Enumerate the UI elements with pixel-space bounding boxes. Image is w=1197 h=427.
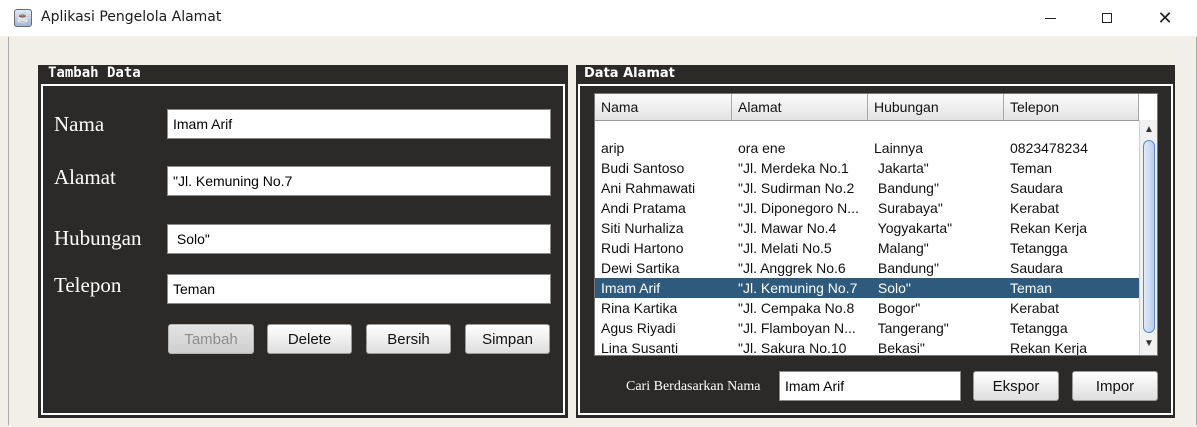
tambah-button[interactable]: Tambah [168,324,254,354]
table-row[interactable]: Ani Rahmawati "Jl. Sudirman No.2 Bandung"… [595,178,1139,198]
nama-label: Nama [54,112,105,136]
table-row[interactable]: Agus Riyadi "Jl. Flamboyan N... Tangerang… [595,318,1139,338]
table-cell: Jakarta" [874,160,929,176]
table-row[interactable]: Imam Arif "Jl. Kemuning No.7 Solo" Teman [595,278,1139,298]
minimize-button[interactable] [1021,0,1079,36]
table-row[interactable]: Budi Santoso "Jl. Merdeka No.1 Jakarta" Te… [595,158,1139,178]
table-cell: Bekasi" [874,340,925,356]
table-cell: Andi Pratama [601,200,686,216]
table-cell: Surabaya" [874,200,943,216]
column-header-nama[interactable]: Nama [595,94,732,120]
table-cell: Budi Santoso [601,160,685,176]
table-cell: Malang" [874,240,929,256]
search-label: Cari Berdasarkan Nama [626,379,761,394]
table-cell: Ani Rahmawati [601,180,696,196]
title-bar: ☕ Aplikasi Pengelola Alamat ✕ [0,0,1197,36]
table-cell: "Jl. Merdeka No.1 [738,160,849,176]
table-cell: "Jl. Mawar No.4 [738,220,837,236]
telepon-field[interactable]: Teman [167,274,551,304]
telepon-label: Telepon [54,273,122,297]
scroll-up-icon[interactable]: ▲ [1140,122,1157,138]
alamat-label: Alamat [54,165,116,189]
alamat-field[interactable]: "Jl. Kemuning No.7 [167,166,551,196]
table-cell: Tetangga [1010,240,1068,256]
table-row[interactable]: arip ora ene Lainnya 0823478234 [595,138,1139,158]
nama-field[interactable]: Imam Arif [167,109,551,139]
column-header-alamat[interactable]: Alamat [732,94,868,120]
java-cup-icon: ☕ [14,9,32,27]
table-cell: Bandung" [874,180,939,196]
table-row[interactable]: Dewi Sartika "Jl. Anggrek No.6 Bandung" Sa… [595,258,1139,278]
table-row[interactable]: Rudi Hartono "Jl. Melati No.5 Malang" Teta… [595,238,1139,258]
table-row[interactable]: Rina Kartika "Jl. Cempaka No.8 Bogor" Kera… [595,298,1139,318]
table-cell: Rekan Kerja [1010,340,1088,356]
table-cell: Solo" [874,280,911,296]
search-input[interactable]: Imam Arif [779,371,961,401]
table-cell: Saudara [1010,180,1063,196]
ekspor-button[interactable]: Ekspor [973,371,1059,401]
table-cell: "Jl. Cempaka No.8 [738,300,855,316]
table-cell: Agus Riyadi [601,320,676,336]
table-cell: "Jl. Sakura No.10 [738,340,847,356]
table-cell: Lina Susanti [601,340,679,356]
maximize-button[interactable] [1078,0,1136,36]
table-header: Nama Alamat Hubungan Telepon [595,94,1139,121]
table-cell: Dewi Sartika [601,260,680,276]
form-panel-title: Tambah Data [48,65,141,81]
scroll-down-icon[interactable]: ▼ [1140,336,1157,352]
address-table[interactable]: Nama Alamat Hubungan Telepon arip ora ene… [594,93,1158,356]
table-cell: Teman [1010,160,1053,176]
table-cell: Kerabat [1010,300,1060,316]
column-header-hubungan[interactable]: Hubungan [868,94,1004,120]
table-cell: "Jl. Kemuning No.7 [738,280,858,296]
table-cell: 0823478234 [1010,140,1088,156]
table-cell: Tangerang" [874,320,949,336]
table-cell: Siti Nurhaliza [601,220,684,236]
table-row[interactable]: Andi Pratama "Jl. Diponegoro N... Surabay… [595,198,1139,218]
table-panel-title: Data Alamat [584,66,675,81]
hubungan-field[interactable]: Solo" [167,224,551,254]
table-cell: Bogor" [874,300,921,316]
delete-button[interactable]: Delete [267,324,352,354]
table-cell: arip [601,140,625,156]
scroll-thumb[interactable] [1143,140,1155,333]
table-cell: Saudara [1010,260,1063,276]
table-cell: Tetangga [1010,320,1068,336]
table-cell: "Jl. Diponegoro N... [738,200,859,216]
table-cell: Kerabat [1010,200,1060,216]
impor-button[interactable]: Impor [1072,371,1158,401]
maximize-icon [1102,13,1112,23]
table-cell: "Jl. Flamboyan N... [738,320,856,336]
vertical-scrollbar[interactable]: ▲ ▼ [1139,120,1157,355]
table-cell: ora ene [738,140,786,156]
window-title: Aplikasi Pengelola Alamat [41,9,222,25]
table-cell: "Jl. Sudirman No.2 [738,180,855,196]
close-icon: ✕ [1157,8,1173,28]
table-row[interactable]: Lina Susanti "Jl. Sakura No.10 Bekasi" Rek… [595,338,1139,356]
column-header-telepon[interactable]: Telepon [1004,94,1139,120]
table-cell: Imam Arif [601,280,661,296]
table-cell: Rudi Hartono [601,240,684,256]
table-cell: "Jl. Melati No.5 [738,240,832,256]
table-cell: Yogyakarta" [874,220,953,236]
bersih-button[interactable]: Bersih [366,324,451,354]
table-cell: Bandung" [874,260,939,276]
simpan-button[interactable]: Simpan [465,324,550,354]
table-cell: Rekan Kerja [1010,220,1088,236]
table-cell: Teman [1010,280,1053,296]
table-row[interactable]: Siti Nurhaliza "Jl. Mawar No.4 Yogyakarta… [595,218,1139,238]
hubungan-label: Hubungan [54,226,142,250]
table-cell: Rina Kartika [601,300,678,316]
minimize-icon [1044,17,1056,19]
table-cell: "Jl. Anggrek No.6 [738,260,846,276]
close-button[interactable]: ✕ [1136,0,1194,36]
table-cell: Lainnya [874,140,924,156]
